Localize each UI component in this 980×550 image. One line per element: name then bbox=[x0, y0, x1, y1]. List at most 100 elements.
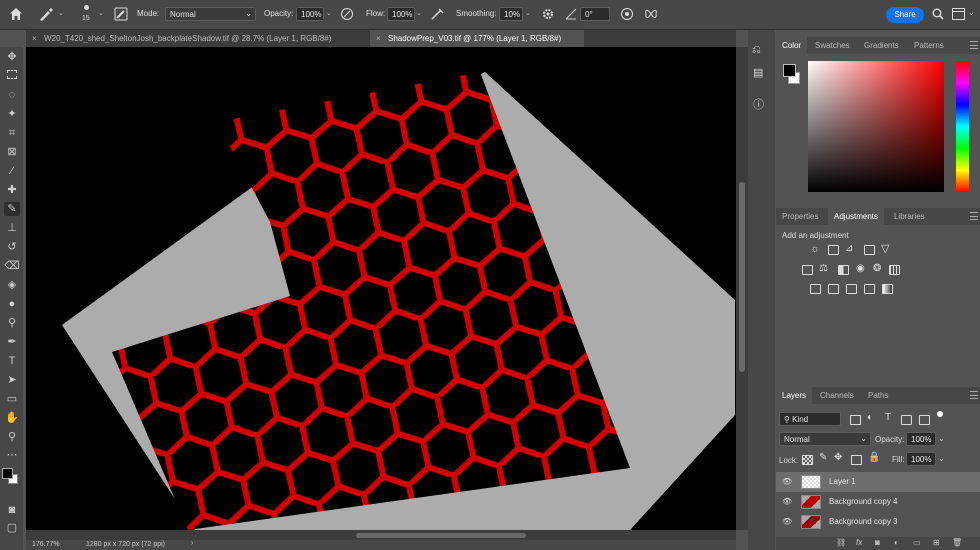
color-panel-foreground-swatch[interactable] bbox=[783, 64, 796, 77]
exposure-icon[interactable] bbox=[864, 245, 875, 255]
more-tools-icon[interactable]: ⋯ bbox=[4, 448, 20, 462]
horizontal-scrollbar[interactable] bbox=[26, 530, 736, 540]
healing-brush-tool-icon[interactable]: ✚ bbox=[4, 183, 20, 197]
vertical-scrollbar[interactable] bbox=[736, 47, 748, 530]
zoom-tool-icon[interactable]: ⚲ bbox=[4, 430, 20, 444]
gear-icon[interactable] bbox=[542, 8, 554, 20]
vibrance-icon[interactable]: ▽ bbox=[881, 242, 889, 255]
smoothing-chevron-icon[interactable]: ⌄ bbox=[525, 9, 531, 17]
zoom-level[interactable]: 176.77% bbox=[32, 541, 60, 548]
tab-layers[interactable]: Layers bbox=[776, 387, 813, 404]
magic-wand-tool-icon[interactable]: ✦ bbox=[4, 107, 20, 121]
filter-smart-object-icon[interactable] bbox=[919, 415, 930, 425]
eyedropper-tool-icon[interactable]: ⁄ bbox=[4, 164, 20, 178]
threshold-icon[interactable] bbox=[846, 284, 857, 294]
filter-shape-icon[interactable] bbox=[901, 415, 912, 425]
close-icon[interactable]: × bbox=[32, 30, 37, 47]
link-layers-icon[interactable]: ⛓ bbox=[836, 538, 846, 547]
visibility-eye-icon[interactable]: 👁 bbox=[782, 472, 792, 492]
eraser-tool-icon[interactable]: ⌫ bbox=[4, 259, 20, 273]
airbrush-icon[interactable] bbox=[430, 7, 446, 21]
layer-row-background-copy-4[interactable]: 👁 Background copy 4 bbox=[776, 492, 980, 512]
marquee-tool-icon[interactable] bbox=[4, 69, 20, 83]
chevron-down-icon[interactable]: ⌄ bbox=[938, 434, 945, 443]
opacity-chevron-icon[interactable]: ⌄ bbox=[326, 9, 332, 17]
new-layer-icon[interactable]: ⊞ bbox=[933, 538, 940, 547]
screen-mode-icon[interactable]: ▢ bbox=[4, 521, 20, 535]
scrollbar-thumb[interactable] bbox=[356, 533, 526, 538]
chevron-down-icon[interactable]: ⌄ bbox=[968, 8, 975, 17]
flow-chevron-icon[interactable]: ⌄ bbox=[416, 9, 422, 17]
brightness-contrast-icon[interactable]: ☼ bbox=[810, 243, 820, 255]
scrollbar-thumb[interactable] bbox=[739, 182, 745, 372]
group-folder-icon[interactable]: ▭ bbox=[913, 538, 921, 547]
tab-properties[interactable]: Properties bbox=[776, 208, 824, 225]
tab-paths[interactable]: Paths bbox=[862, 387, 894, 404]
mode-dropdown[interactable]: Normal ⌄ bbox=[165, 7, 256, 21]
lock-artboard-icon[interactable] bbox=[851, 455, 862, 465]
color-field-picker[interactable] bbox=[808, 61, 944, 192]
brush-tool-icon[interactable] bbox=[38, 7, 54, 21]
tab-color[interactable]: Color bbox=[776, 37, 808, 54]
frame-tool-icon[interactable]: ⊠ bbox=[4, 145, 20, 159]
pressure-size-icon[interactable] bbox=[620, 7, 634, 21]
history-icon[interactable]: ⎌ bbox=[752, 44, 761, 57]
hue-slider[interactable] bbox=[956, 61, 969, 192]
chevron-down-icon[interactable]: ⌄ bbox=[938, 454, 945, 463]
angle-input[interactable]: 0° bbox=[580, 7, 610, 21]
visibility-eye-icon[interactable]: 👁 bbox=[782, 492, 792, 512]
blend-mode-dropdown[interactable]: Normal ⌄ bbox=[779, 432, 871, 446]
color-lookup-icon[interactable] bbox=[889, 265, 900, 275]
pen-tool-icon[interactable]: ✒ bbox=[4, 335, 20, 349]
tab-patterns[interactable]: Patterns bbox=[908, 37, 950, 54]
invert-icon[interactable] bbox=[810, 284, 821, 294]
pressure-opacity-icon[interactable] bbox=[340, 7, 354, 21]
clone-stamp-tool-icon[interactable]: ⊥ bbox=[4, 221, 20, 235]
canvas-area[interactable] bbox=[26, 47, 736, 530]
paint-bucket-tool-icon[interactable]: ◈ bbox=[4, 278, 20, 292]
black-white-icon[interactable] bbox=[838, 265, 849, 275]
tab-backplate-shadow[interactable]: × W20_T420_shed_SheltonJosh_backplateSha… bbox=[26, 30, 370, 47]
lock-position-icon[interactable]: ✥ bbox=[834, 452, 842, 463]
filter-pixel-icon[interactable] bbox=[850, 415, 861, 425]
workspace-icon[interactable] bbox=[952, 8, 965, 20]
hue-saturation-icon[interactable] bbox=[802, 265, 813, 275]
opacity-input[interactable]: 100% bbox=[296, 7, 324, 21]
brush-preset-dot-icon[interactable] bbox=[84, 5, 89, 10]
path-selection-tool-icon[interactable]: ➤ bbox=[4, 373, 20, 387]
tab-libraries[interactable]: Libraries bbox=[888, 208, 931, 225]
tab-adjustments[interactable]: Adjustments bbox=[828, 208, 885, 225]
crop-tool-icon[interactable]: ⌗ bbox=[4, 126, 20, 140]
lasso-tool-icon[interactable]: ◌ bbox=[4, 88, 20, 102]
levels-icon[interactable] bbox=[828, 245, 839, 255]
chevron-down-icon[interactable]: ⌄ bbox=[58, 9, 64, 17]
move-tool-icon[interactable]: ✥ bbox=[4, 50, 20, 64]
gradient-map-icon[interactable] bbox=[882, 284, 893, 294]
info-icon[interactable]: ⓘ bbox=[753, 96, 764, 112]
layer-mask-icon[interactable]: ◙ bbox=[875, 538, 880, 547]
panel-menu-icon[interactable] bbox=[970, 391, 978, 399]
filter-type-icon[interactable]: T bbox=[885, 412, 891, 423]
layer-filter-dropdown[interactable]: ⚲ Kind bbox=[779, 412, 841, 426]
blur-tool-icon[interactable]: ● bbox=[4, 297, 20, 311]
brush-settings-icon[interactable] bbox=[114, 7, 128, 21]
channel-mixer-icon[interactable]: ❂ bbox=[873, 263, 881, 274]
brush-preset-chevron-icon[interactable]: ⌄ bbox=[98, 9, 104, 17]
search-icon[interactable] bbox=[932, 8, 944, 20]
layer-row-layer-1[interactable]: 👁 Layer 1 bbox=[776, 472, 980, 492]
tab-channels[interactable]: Channels bbox=[814, 387, 860, 404]
trash-icon[interactable]: 🗑 bbox=[952, 538, 962, 547]
symmetry-butterfly-icon[interactable] bbox=[644, 7, 658, 21]
fill-input[interactable]: 100% bbox=[906, 452, 936, 466]
layer-effects-icon[interactable]: fx bbox=[856, 538, 862, 547]
filter-adjustment-icon[interactable]: ◐ bbox=[867, 412, 873, 423]
chevron-right-icon[interactable]: › bbox=[191, 540, 193, 547]
home-icon[interactable] bbox=[9, 7, 23, 21]
brush-tool-icon[interactable]: ✎ bbox=[4, 202, 20, 216]
smoothing-input[interactable]: 10% bbox=[499, 7, 523, 21]
quick-mask-icon[interactable]: ◙ bbox=[4, 503, 20, 517]
share-button[interactable]: Share bbox=[886, 7, 924, 23]
close-icon[interactable]: × bbox=[376, 30, 381, 47]
visibility-eye-icon[interactable]: 👁 bbox=[782, 512, 792, 532]
lock-transparent-icon[interactable] bbox=[802, 455, 813, 465]
